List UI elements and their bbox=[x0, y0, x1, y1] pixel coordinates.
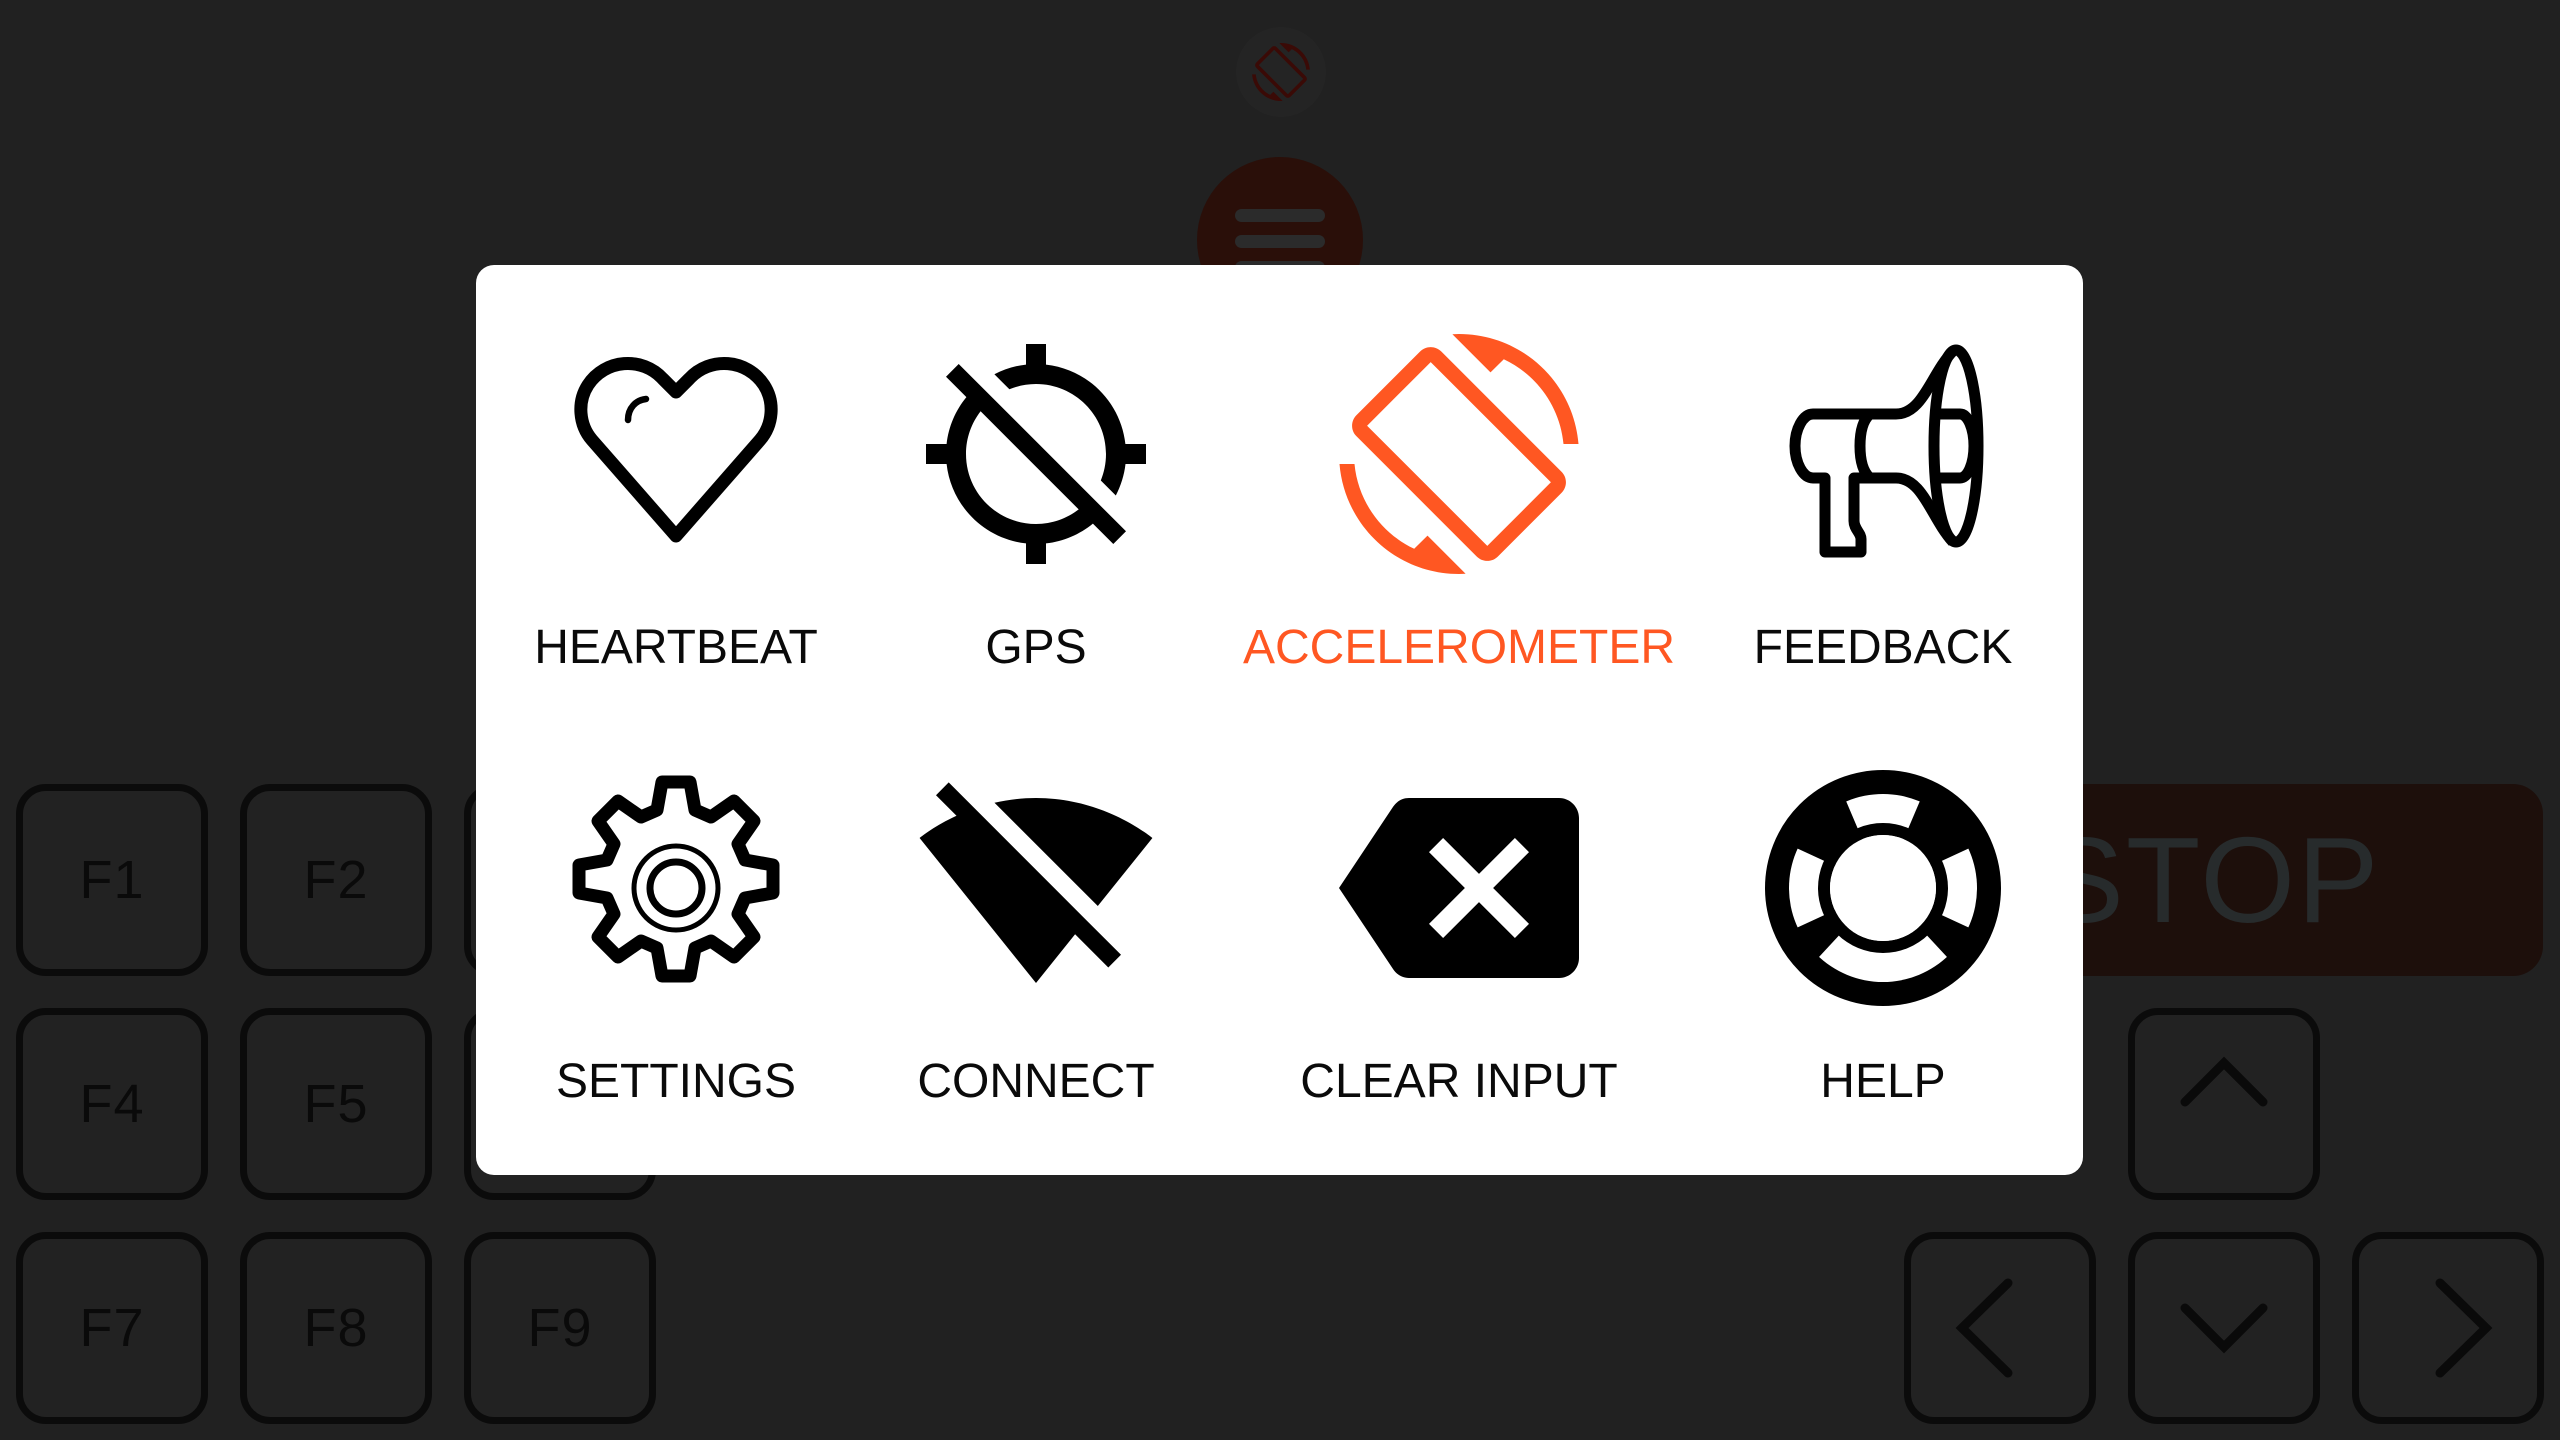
menu-item-heartbeat[interactable]: HEARTBEAT bbox=[476, 334, 876, 734]
menu-item-settings[interactable]: SETTINGS bbox=[476, 768, 876, 1168]
sensor-menu-dialog: HEARTBEAT GPS ACCELEROMETER FEEDBACK SET… bbox=[476, 265, 2083, 1175]
menu-item-label: CLEAR INPUT bbox=[1300, 1055, 1618, 1108]
key-label: F4 bbox=[79, 1074, 145, 1134]
menu-item-connect[interactable]: CONNECT bbox=[836, 768, 1236, 1168]
arrow-right-key[interactable] bbox=[2352, 1232, 2544, 1424]
f8-key[interactable]: F8 bbox=[240, 1232, 432, 1424]
hamburger-menu-icon bbox=[1235, 209, 1325, 222]
megaphone-icon bbox=[1789, 344, 1984, 558]
rotate-button[interactable] bbox=[1236, 27, 1326, 117]
key-label: F2 bbox=[303, 850, 369, 910]
f9-key[interactable]: F9 bbox=[464, 1232, 656, 1424]
stop-label: STOP bbox=[2042, 812, 2381, 948]
lifebuoy-icon bbox=[1765, 770, 2001, 1006]
menu-item-label: GPS bbox=[985, 621, 1087, 674]
key-label: F8 bbox=[303, 1298, 369, 1358]
f2-key[interactable]: F2 bbox=[240, 784, 432, 976]
backspace-icon bbox=[1339, 798, 1579, 978]
gps-off-icon bbox=[926, 344, 1146, 564]
menu-item-label: HEARTBEAT bbox=[534, 621, 818, 674]
f7-key[interactable]: F7 bbox=[16, 1232, 208, 1424]
menu-item-label: HELP bbox=[1820, 1055, 1946, 1108]
menu-item-clear-input[interactable]: CLEAR INPUT bbox=[1259, 768, 1659, 1168]
key-label: F1 bbox=[79, 850, 145, 910]
menu-item-gps[interactable]: GPS bbox=[836, 334, 1236, 734]
chevron-up-icon bbox=[2180, 1056, 2268, 1107]
wifi-off-icon bbox=[919, 782, 1153, 983]
chevron-down-icon bbox=[2180, 1303, 2268, 1354]
chevron-left-icon bbox=[1955, 1278, 2013, 1378]
arrow-left-key[interactable] bbox=[1904, 1232, 2096, 1424]
key-label: F7 bbox=[79, 1298, 145, 1358]
menu-item-label: ACCELEROMETER bbox=[1242, 621, 1676, 674]
arrow-down-key[interactable] bbox=[2128, 1232, 2320, 1424]
heart-icon bbox=[574, 357, 778, 543]
arrow-up-key[interactable] bbox=[2128, 1008, 2320, 1200]
f1-key[interactable]: F1 bbox=[16, 784, 208, 976]
menu-item-label: FEEDBACK bbox=[1753, 621, 2013, 674]
key-label: F9 bbox=[527, 1298, 593, 1358]
screen-rotation-icon bbox=[1339, 334, 1579, 574]
key-label: F5 bbox=[303, 1074, 369, 1134]
hamburger-bar bbox=[1235, 235, 1325, 248]
f4-key[interactable]: F4 bbox=[16, 1008, 208, 1200]
menu-item-label: SETTINGS bbox=[555, 1055, 797, 1108]
screen-rotation-icon bbox=[1252, 43, 1310, 101]
menu-item-label: CONNECT bbox=[917, 1055, 1155, 1108]
f5-key[interactable]: F5 bbox=[240, 1008, 432, 1200]
menu-item-feedback[interactable]: FEEDBACK bbox=[1683, 334, 2083, 734]
gear-icon bbox=[572, 775, 780, 983]
menu-item-help[interactable]: HELP bbox=[1683, 768, 2083, 1168]
chevron-right-icon bbox=[2435, 1278, 2493, 1378]
menu-item-accelerometer[interactable]: ACCELEROMETER bbox=[1243, 334, 1675, 734]
